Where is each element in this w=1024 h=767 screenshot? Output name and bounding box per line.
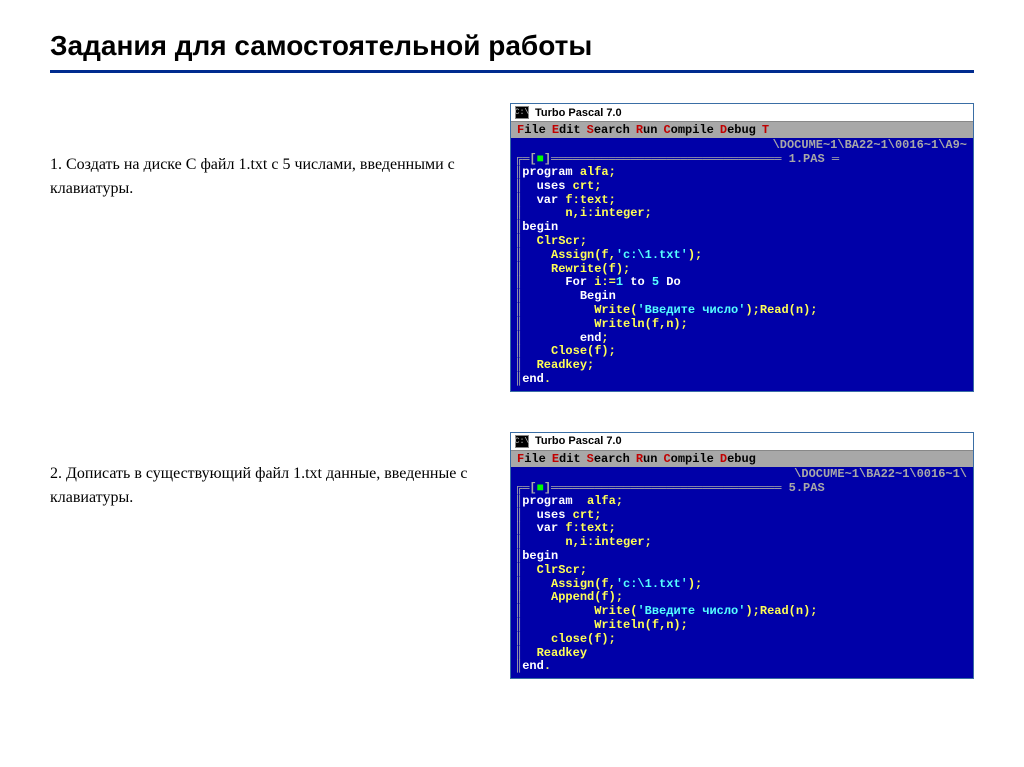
menu-compile[interactable]: Compile	[663, 452, 713, 466]
menu-debug[interactable]: Debug	[720, 452, 756, 466]
filename-1: 1.PAS	[789, 152, 825, 166]
code-block-1: ║program alfa; ║ uses crt; ║ var f:text;…	[515, 166, 969, 387]
path-2: \DOCUME~1\BA22~1\0016~1\	[511, 467, 973, 481]
menu-tools[interactable]: T	[762, 123, 769, 137]
titlebar-1: C:\ Turbo Pascal 7.0	[511, 104, 973, 122]
task2-text: 2. Дописать в существующий файл 1.txt да…	[50, 432, 510, 510]
cmd-icon: C:\	[515, 106, 529, 119]
app-title: Turbo Pascal 7.0	[535, 435, 622, 447]
path-1: \DOCUME~1\BA22~1\0016~1\A9~	[511, 138, 973, 152]
menu-run[interactable]: Run	[636, 123, 658, 137]
menu-file[interactable]: File	[517, 123, 546, 137]
frame-top-1: ╔═[■]════════════════════════════════ 1.…	[515, 152, 969, 166]
menubar-1: File Edit Search Run Compile Debug T	[511, 122, 973, 138]
menu-compile[interactable]: Compile	[663, 123, 713, 137]
turbo-pascal-window-2: C:\ Turbo Pascal 7.0 File Edit Search Ru…	[510, 432, 974, 679]
menu-edit[interactable]: Edit	[552, 123, 581, 137]
slide-title: Задания для самостоятельной работы	[50, 30, 974, 62]
task1-text: 1. Создать на диске C файл 1.txt с 5 чис…	[50, 103, 510, 201]
menu-search[interactable]: Search	[587, 452, 630, 466]
app-title: Turbo Pascal 7.0	[535, 107, 622, 119]
cmd-icon: C:\	[515, 435, 529, 448]
filename-2: 5.PAS	[789, 481, 825, 495]
titlebar-2: C:\ Turbo Pascal 7.0	[511, 433, 973, 451]
window-control-icon[interactable]: ■	[537, 152, 544, 166]
menu-file[interactable]: File	[517, 452, 546, 466]
menu-run[interactable]: Run	[636, 452, 658, 466]
menu-edit[interactable]: Edit	[552, 452, 581, 466]
frame-top-2: ╔═[■]════════════════════════════════ 5.…	[515, 481, 969, 495]
task-row-2: 2. Дописать в существующий файл 1.txt да…	[50, 432, 974, 679]
code-block-2: ║program alfa; ║ uses crt; ║ var f:text;…	[515, 495, 969, 674]
menubar-2: File Edit Search Run Compile Debug	[511, 451, 973, 467]
task-row-1: 1. Создать на диске C файл 1.txt с 5 чис…	[50, 103, 974, 392]
menu-search[interactable]: Search	[587, 123, 630, 137]
title-rule	[50, 70, 974, 73]
turbo-pascal-window-1: C:\ Turbo Pascal 7.0 File Edit Search Ru…	[510, 103, 974, 392]
window-control-icon[interactable]: ■	[537, 481, 544, 495]
menu-debug[interactable]: Debug	[720, 123, 756, 137]
